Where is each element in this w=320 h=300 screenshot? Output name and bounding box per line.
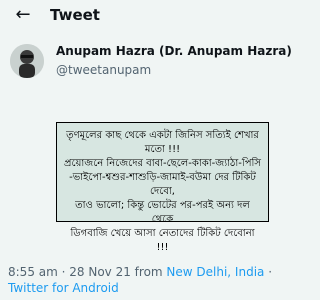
tweet-metadata: 8:55 am · 28 Nov 21 from New Delhi, Indi…: [8, 264, 288, 296]
tweet-line: -ভাইপো-শ্বশুর-শাশুড়ি-জামাই-বউমা দের টিক…: [69, 172, 256, 197]
avatar[interactable]: [10, 44, 44, 78]
top-bar: ← Tweet: [0, 0, 297, 30]
tweet-time: 8:55 am: [8, 265, 58, 279]
author-handle[interactable]: @tweetanupam: [56, 63, 151, 77]
location-link[interactable]: New Delhi, India: [166, 265, 264, 279]
back-arrow-icon[interactable]: ←: [12, 4, 34, 26]
avatar-image: [10, 44, 44, 78]
tweet-line: প্রয়োজনে নিজেদের বাবা-ছেলে-কাকা-জ্যাঠা-…: [64, 158, 261, 169]
tweet-author-header: Anupam Hazra (Dr. Anupam Hazra) @tweetan…: [0, 38, 297, 88]
tweet-line: তাও ভালো; কিন্তু ভোটের পর-পরই অন্য দল থে…: [75, 200, 250, 225]
separator: ·: [264, 265, 273, 279]
tweet-line: ডিগবাজি খেয়ে আসা নেতাদের টিকিট দেবোনা !…: [70, 228, 255, 253]
tweet-line: মতো !!!: [144, 144, 181, 155]
tweet-date: 28 Nov 21 from: [69, 265, 167, 279]
author-display-name[interactable]: Anupam Hazra (Dr. Anupam Hazra): [56, 44, 292, 58]
tweet-text-image[interactable]: তৃণমূলের কাছ থেকে একটা জিনিস সত্যিই শেখা…: [56, 122, 269, 253]
client-link[interactable]: Twitter for Android: [8, 281, 119, 295]
tweet-line: তৃণমূলের কাছ থেকে একটা জিনিস সত্যিই শেখা…: [66, 130, 259, 141]
separator: ·: [57, 265, 70, 279]
page-title: Tweet: [50, 6, 100, 24]
